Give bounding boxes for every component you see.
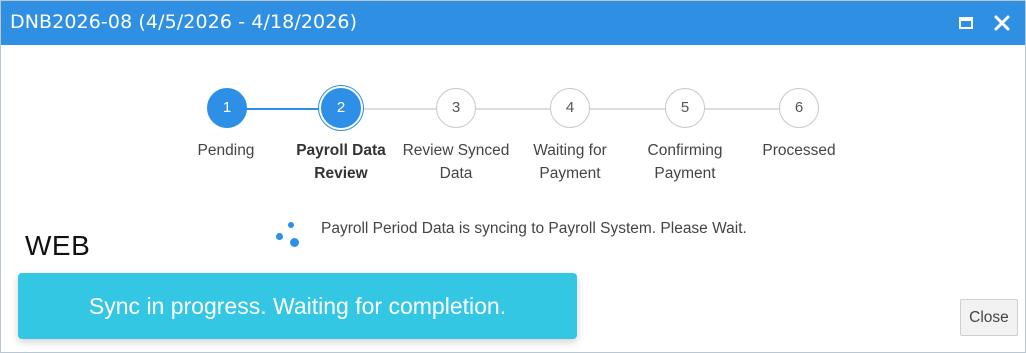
step-connector xyxy=(246,108,322,110)
step-4-label-line1: Waiting for xyxy=(533,142,607,159)
step-1-label-line1: Pending xyxy=(197,142,255,159)
step-5-label-line2: Payment xyxy=(654,165,716,182)
payroll-period-dialog: DNB2026-08 (4/5/2026 - 4/18/2026) 1 2 3 … xyxy=(0,0,1026,353)
step-connector xyxy=(704,108,780,110)
step-connector xyxy=(361,108,437,110)
step-2-label-line2: Review xyxy=(314,165,368,182)
step-1-label: Pending xyxy=(166,139,286,162)
platform-label: WEB xyxy=(25,230,91,261)
step-2-label: Payroll Data Review xyxy=(281,139,401,185)
step-3-label-line1: Review Synced xyxy=(402,142,510,159)
payroll-status-stepper: 1 2 3 4 5 6 Pending Payroll Data Review … xyxy=(1,1,1025,201)
step-3-circle: 3 xyxy=(436,88,476,128)
sync-status: Payroll Period Data is syncing to Payrol… xyxy=(273,217,793,247)
step-5-label: Confirming Payment xyxy=(625,139,745,185)
step-3-label: Review Synced Data xyxy=(396,139,516,185)
step-connector xyxy=(475,108,551,110)
loading-spinner-icon xyxy=(273,219,303,247)
step-6-label-line1: Processed xyxy=(762,142,836,159)
step-4-label-line2: Payment xyxy=(539,165,601,182)
step-3-label-line2: Data xyxy=(439,165,473,182)
step-6-label: Processed xyxy=(739,139,859,162)
step-connector xyxy=(590,108,666,110)
step-1-circle: 1 xyxy=(207,88,247,128)
step-5-label-line1: Confirming xyxy=(647,142,723,159)
sync-progress-banner: Sync in progress. Waiting for completion… xyxy=(18,273,577,339)
step-4-circle: 4 xyxy=(550,88,590,128)
step-6-circle: 6 xyxy=(779,88,819,128)
step-2-circle: 2 xyxy=(321,88,361,128)
sync-message: Payroll Period Data is syncing to Payrol… xyxy=(321,220,747,237)
step-4-label: Waiting for Payment xyxy=(510,139,630,185)
step-5-circle: 5 xyxy=(665,88,705,128)
step-2-label-line1: Payroll Data xyxy=(296,142,386,159)
close-button[interactable]: Close xyxy=(960,299,1018,336)
